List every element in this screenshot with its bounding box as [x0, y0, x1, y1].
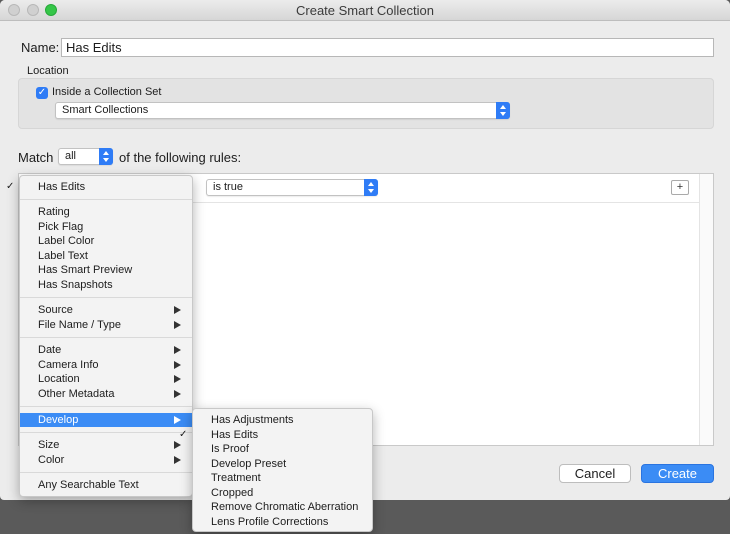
cancel-button[interactable]: Cancel — [559, 464, 631, 483]
menu-item-label-color[interactable]: Label Color — [20, 234, 192, 248]
submenu-arrow-icon — [174, 456, 181, 464]
menu-item-date[interactable]: Date — [20, 343, 192, 357]
menu-item-location[interactable]: Location — [20, 372, 192, 386]
window-title: Create Smart Collection — [296, 3, 434, 18]
menu-item-label-text[interactable]: Label Text — [20, 249, 192, 263]
collection-set-value: Smart Collections — [62, 104, 149, 116]
match-mode-value: all — [65, 150, 77, 162]
menu-separator — [20, 472, 192, 473]
name-input[interactable] — [61, 38, 714, 57]
menu-separator — [20, 337, 192, 338]
menu-item-other-metadata[interactable]: Other Metadata — [20, 387, 192, 401]
menu-separator — [20, 432, 192, 433]
menu-separator — [20, 406, 192, 407]
menu-separator — [20, 199, 192, 200]
menu-item-has-edits[interactable]: Has Edits — [6, 180, 192, 194]
submenu-arrow-icon — [174, 321, 181, 329]
name-label: Name: — [21, 40, 60, 55]
rule-field-menu: Has Edits Rating Pick Flag Label Color L… — [6, 175, 193, 497]
collection-set-select[interactable]: Smart Collections — [55, 102, 510, 119]
submenu-item-lens-profile-corrections[interactable]: Lens Profile Corrections — [193, 515, 372, 529]
match-label: Match — [18, 150, 54, 165]
menu-item-any-searchable-text[interactable]: Any Searchable Text — [20, 478, 192, 492]
location-label: Location — [27, 65, 69, 77]
menu-item-camera-info[interactable]: Camera Info — [20, 358, 192, 372]
menu-item-develop[interactable]: Develop — [20, 413, 192, 427]
menu-separator — [20, 297, 192, 298]
updown-chevron-icon — [99, 148, 113, 165]
title-bar: Create Smart Collection — [0, 0, 730, 21]
menu-item-size[interactable]: Size — [20, 438, 192, 452]
submenu-item-has-adjustments[interactable]: Has Adjustments — [193, 413, 372, 427]
submenu-arrow-icon — [174, 416, 181, 424]
submenu-arrow-icon — [174, 390, 181, 398]
updown-chevron-icon — [496, 102, 510, 119]
submenu-arrow-icon — [174, 441, 181, 449]
submenu-item-cropped[interactable]: Cropped — [193, 486, 372, 500]
submenu-item-is-proof[interactable]: Is Proof — [193, 442, 372, 456]
menu-item-color[interactable]: Color — [20, 453, 192, 467]
rule-condition-value: is true — [213, 181, 243, 193]
menu-item-has-smart-preview[interactable]: Has Smart Preview — [20, 263, 192, 277]
menu-item-pick-flag[interactable]: Pick Flag — [20, 220, 192, 234]
inside-collection-set-checkbox[interactable]: ✓ — [36, 87, 48, 99]
updown-chevron-icon — [364, 179, 378, 196]
submenu-arrow-icon — [174, 361, 181, 369]
rules-scrollbar[interactable] — [699, 174, 713, 445]
submenu-arrow-icon — [174, 306, 181, 314]
add-rule-button[interactable]: + — [671, 180, 689, 195]
menu-item-source[interactable]: Source — [20, 303, 192, 317]
menu-item-has-snapshots[interactable]: Has Snapshots — [20, 278, 192, 292]
submenu-item-develop-preset[interactable]: Develop Preset — [193, 457, 372, 471]
submenu-item-remove-chromatic-aberration[interactable]: Remove Chromatic Aberration — [193, 500, 372, 514]
match-suffix-label: of the following rules: — [119, 150, 242, 165]
menu-item-file-name-type[interactable]: File Name / Type — [20, 318, 192, 332]
menu-item-rating[interactable]: Rating — [20, 205, 192, 219]
submenu-item-has-edits[interactable]: Has Edits — [179, 428, 372, 442]
match-mode-select[interactable]: all — [58, 148, 113, 165]
submenu-arrow-icon — [174, 346, 181, 354]
create-button[interactable]: Create — [641, 464, 714, 483]
submenu-arrow-icon — [174, 375, 181, 383]
develop-submenu: Has Adjustments Has Edits Is Proof Devel… — [179, 408, 373, 532]
rule-condition-select[interactable]: is true — [206, 179, 378, 196]
inside-collection-set-label[interactable]: Inside a Collection Set — [52, 86, 161, 98]
submenu-item-treatment[interactable]: Treatment — [193, 471, 372, 485]
